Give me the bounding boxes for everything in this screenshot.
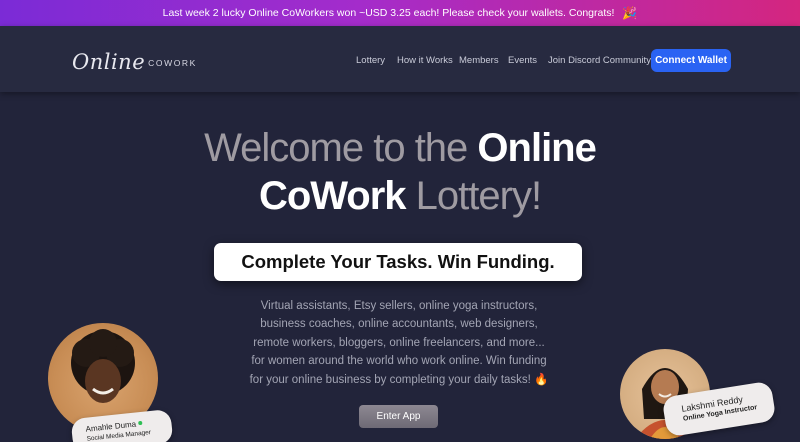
site-header: Online COWORK Lottery How it Works Membe… bbox=[0, 26, 800, 92]
hero-title-part: CoWork bbox=[258, 174, 407, 218]
hero-title-part: Lottery! bbox=[405, 174, 542, 218]
nav-join-discord[interactable]: Join Discord Community bbox=[548, 55, 651, 66]
nav-lottery[interactable]: Lottery bbox=[356, 55, 385, 66]
nav-members[interactable]: Members bbox=[459, 55, 499, 66]
enter-app-button[interactable]: Enter App bbox=[359, 405, 438, 428]
nav-how-it-works[interactable]: How it Works bbox=[397, 55, 453, 66]
hero-description: Virtual assistants, Etsy sellers, online… bbox=[249, 300, 549, 386]
hero-title: Welcome to the Online CoWork Lottery! bbox=[0, 124, 800, 220]
online-status-icon bbox=[138, 420, 143, 426]
nav-events[interactable]: Events bbox=[508, 55, 537, 66]
party-popper-icon: 🎉 bbox=[622, 6, 638, 20]
tagline-pill: Complete Your Tasks. Win Funding. bbox=[214, 243, 582, 281]
announcement-banner: Last week 2 lucky Online CoWorkers won ~… bbox=[0, 0, 800, 26]
announcement-text: Last week 2 lucky Online CoWorkers won ~… bbox=[162, 7, 615, 19]
connect-wallet-button[interactable]: Connect Wallet bbox=[651, 49, 731, 72]
hero-title-part: Welcome to the bbox=[204, 126, 478, 170]
hero-title-part: Online bbox=[477, 126, 596, 170]
